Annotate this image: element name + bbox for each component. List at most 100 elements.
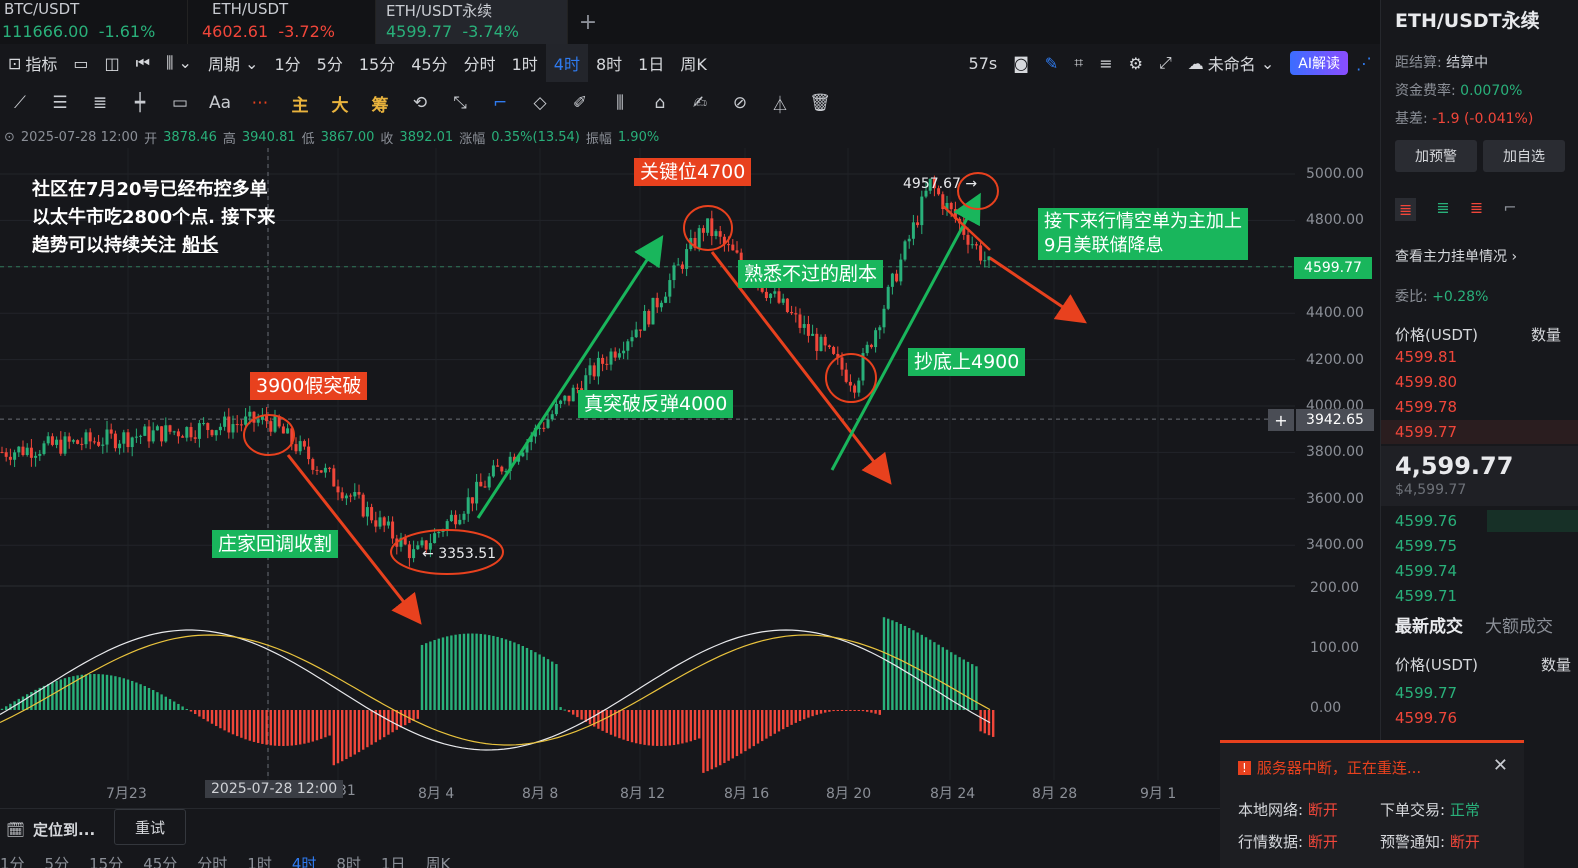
macd-bar: [958, 657, 961, 710]
link-icon[interactable]: ⊘: [720, 84, 760, 122]
macd-bar: [168, 699, 172, 710]
period-week[interactable]: 周K: [672, 44, 715, 82]
candle-body: [130, 437, 134, 448]
sync-icon[interactable]: ⟲: [400, 84, 440, 122]
replay-icon[interactable]: ⏮: [128, 44, 158, 82]
candle-body: [353, 492, 357, 497]
period-timeline[interactable]: 分时: [456, 44, 504, 82]
period-1h[interactable]: 1时: [504, 44, 546, 82]
more-tools-icon[interactable]: ⋯: [240, 84, 280, 122]
note-icon[interactable]: ✍: [680, 84, 720, 122]
magnet-icon[interactable]: ⌐: [480, 84, 520, 122]
trash-icon[interactable]: 🗑: [800, 84, 840, 122]
line-tool-icon[interactable]: ⟋: [0, 84, 40, 122]
add-line-icon[interactable]: +: [1268, 409, 1294, 431]
period-45m[interactable]: 45分: [403, 44, 455, 82]
bottom-period[interactable]: 周K: [425, 853, 450, 868]
add-tab-icon[interactable]: +: [568, 0, 608, 44]
tab-eth-perp[interactable]: ETH/USDT永续 4599.77 -3.74%: [376, 0, 568, 44]
main-orders-link[interactable]: 查看主力挂单情况 ›: [1395, 246, 1517, 266]
bottom-period[interactable]: 5分: [45, 853, 70, 868]
bid-price[interactable]: 4599.74: [1395, 562, 1457, 580]
pen-icon[interactable]: ✎: [1037, 44, 1066, 82]
period-1m[interactable]: 1分: [266, 44, 308, 82]
lock-icon[interactable]: ⌂: [640, 84, 680, 122]
ask-price[interactable]: 4599.80: [1395, 373, 1457, 391]
channel-tool-icon[interactable]: ≣: [80, 84, 120, 122]
close-icon[interactable]: ✕: [1493, 755, 1508, 776]
asks-only-icon[interactable]: ≣: [1470, 198, 1483, 221]
fullscreen-icon[interactable]: ⤢: [1151, 44, 1180, 82]
eraser-icon[interactable]: ◇: [520, 84, 560, 122]
candle-body: [668, 280, 672, 297]
candle-body: [496, 465, 500, 467]
candle-body: [92, 441, 96, 443]
macd-bar: [227, 710, 230, 733]
depth-icon[interactable]: ⌐: [1503, 198, 1516, 221]
layout-name-dropdown[interactable]: ☁ 未命名 ⌄: [1180, 44, 1283, 82]
bottom-period[interactable]: 分时: [197, 853, 227, 868]
add-alert-button[interactable]: 加预警: [1395, 140, 1477, 172]
bottom-period[interactable]: 1时: [247, 853, 272, 868]
chip-tool[interactable]: 筹: [360, 84, 400, 122]
settings-icon[interactable]: ⚙: [1121, 44, 1151, 82]
tab-btc[interactable]: BTC/USDT 111666.00 -1.61%: [0, 0, 188, 44]
period-8h[interactable]: 8时: [588, 44, 630, 82]
crop-icon[interactable]: ⌗: [1066, 44, 1091, 82]
ai-interpret-button[interactable]: AI解读: [1290, 51, 1348, 75]
parallel-tool-icon[interactable]: ☰: [40, 84, 80, 122]
candles-icon[interactable]: ⫼: [600, 84, 640, 122]
period-5m[interactable]: 5分: [309, 44, 351, 82]
indicators-button[interactable]: ⊡ 指标: [0, 44, 65, 82]
period-4h[interactable]: 4时: [545, 44, 588, 82]
big-order-tool[interactable]: 大: [320, 84, 360, 122]
bid-price[interactable]: 4599.75: [1395, 537, 1457, 555]
calendar-icon[interactable]: ▭: [65, 44, 96, 82]
macd-bar: [765, 710, 768, 739]
bottom-period[interactable]: 45分: [143, 853, 177, 868]
candle-type-button[interactable]: ⫼ ⌄: [158, 44, 200, 82]
candle-body: [134, 436, 138, 438]
camera-icon[interactable]: ◙: [1005, 44, 1037, 82]
both-sides-icon[interactable]: ≣: [1395, 198, 1417, 221]
ask-price[interactable]: 4599.81: [1395, 348, 1457, 366]
list-icon[interactable]: ≡: [1091, 44, 1120, 82]
tab-eth[interactable]: ETH/USDT 4602.61 -3.72%: [188, 0, 376, 44]
bottom-period[interactable]: 1日: [381, 853, 406, 868]
retry-button[interactable]: 重试: [114, 809, 186, 845]
bottom-period[interactable]: 4时: [292, 853, 317, 868]
macd-bar: [441, 637, 445, 710]
bottom-buy-label: 抄底上4900: [908, 348, 1026, 376]
ask-price[interactable]: 4599.77: [1395, 423, 1457, 441]
bid-price[interactable]: 4599.76: [1395, 512, 1457, 530]
candle-body: [25, 447, 29, 455]
bottom-period[interactable]: 1分: [0, 853, 25, 868]
period-dropdown[interactable]: 周期 ⌄: [200, 44, 267, 82]
bottom-period[interactable]: 15分: [89, 853, 123, 868]
bid-price[interactable]: 4599.71: [1395, 587, 1457, 605]
candle-body: [407, 544, 411, 559]
rect-tool-icon[interactable]: ▭: [160, 84, 200, 122]
candle-body: [701, 228, 705, 233]
bottom-period[interactable]: 8时: [336, 853, 361, 868]
measure-icon[interactable]: ⤡: [440, 84, 480, 122]
period-15m[interactable]: 15分: [351, 44, 403, 82]
tab-large-trades[interactable]: 大额成交: [1485, 612, 1553, 637]
macd-bar: [723, 710, 726, 764]
ask-price[interactable]: 4599.78: [1395, 398, 1457, 416]
collapse-icon[interactable]: ⊙: [4, 130, 15, 145]
captain-link[interactable]: 船长: [182, 235, 218, 256]
filter-icon[interactable]: ⏃: [760, 84, 800, 122]
add-watchlist-button[interactable]: 加自选: [1483, 140, 1565, 172]
share-icon[interactable]: ⋰: [1348, 44, 1380, 82]
tab-latest-trades[interactable]: 最新成交: [1395, 612, 1463, 637]
candle-body: [659, 302, 663, 308]
locate-button[interactable]: 🗓 定位到...: [6, 819, 95, 840]
layout-icon[interactable]: ◫: [97, 44, 128, 82]
period-1d[interactable]: 1日: [630, 44, 672, 82]
bids-only-icon[interactable]: ≣: [1436, 198, 1449, 221]
main-force-tool[interactable]: 主: [280, 84, 320, 122]
hline-tool-icon[interactable]: ┿: [120, 84, 160, 122]
text-tool[interactable]: Aa: [200, 84, 240, 122]
brush-icon[interactable]: ✐: [560, 84, 600, 122]
